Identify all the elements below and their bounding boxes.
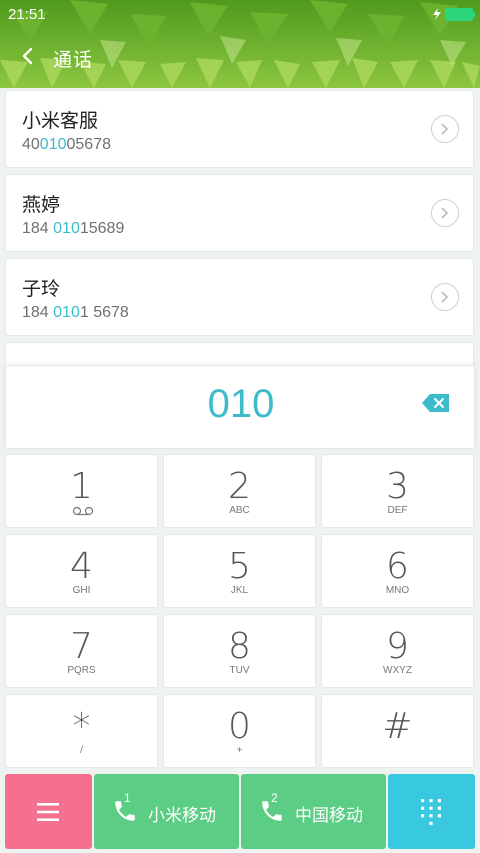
key-7[interactable]: 7 PQRS (5, 614, 158, 688)
call-sim2-button[interactable]: 2 中国移动 (241, 774, 386, 849)
key-letters: WXYZ (383, 665, 412, 676)
key-digit: 8 (228, 626, 251, 667)
contact-item[interactable]: 子玲 184 0101 5678 (5, 258, 474, 336)
backspace-icon (422, 394, 449, 412)
key-digit: * (72, 706, 91, 747)
key-0[interactable]: 0 + (163, 694, 316, 768)
contact-number: 4001005678 (22, 136, 111, 153)
header: 21:51 通话 (0, 0, 480, 88)
key-6[interactable]: 6 MNO (321, 534, 474, 608)
key-letters: MNO (385, 585, 410, 596)
key-letters: ABC (229, 505, 250, 516)
status-bar: 21:51 (0, 0, 480, 28)
key-8[interactable]: 8 TUV (163, 614, 316, 688)
key-2[interactable]: 2 ABC (163, 454, 316, 528)
key-digit: 0 (228, 706, 251, 747)
key-1[interactable]: 1 (5, 454, 158, 528)
number-display: 010 (5, 365, 475, 449)
contact-detail-button[interactable] (431, 115, 459, 143)
key-9[interactable]: 9 WXYZ (321, 614, 474, 688)
key-letters: PQRS (67, 665, 96, 676)
back-arrow-icon (22, 47, 33, 65)
charge-icon (433, 8, 441, 20)
menu-button[interactable] (5, 774, 92, 849)
key-digit: 7 (70, 626, 93, 667)
contact-name: 小米客服 (22, 110, 99, 132)
sim-label: 小米移动 (148, 806, 216, 826)
contact-item[interactable]: 小米客服 4001005678 (5, 90, 474, 168)
key-4[interactable]: 4 GHI (5, 534, 158, 608)
key-digit: 1 (70, 466, 93, 507)
key-letters: / (80, 745, 83, 756)
key-letters: JKL (230, 585, 249, 596)
dialpad-icon (421, 799, 441, 825)
key-3[interactable]: 3 DEF (321, 454, 474, 528)
key-5[interactable]: 5 JKL (163, 534, 316, 608)
key-star[interactable]: * / (5, 694, 158, 768)
chevron-right-icon (441, 207, 449, 219)
dialed-number: 010 (207, 382, 275, 426)
toggle-dialpad-button[interactable] (388, 774, 475, 849)
key-digit: 9 (386, 626, 409, 667)
key-letters: + (236, 745, 243, 756)
key-digit: 5 (228, 546, 251, 587)
key-letters: TUV (229, 665, 250, 676)
sim-index: 1 (124, 791, 131, 805)
back-button[interactable] (14, 40, 46, 72)
key-digit: 6 (386, 546, 409, 587)
key-digit: 2 (228, 466, 251, 507)
chevron-right-icon (441, 123, 449, 135)
sim-index: 2 (271, 791, 278, 805)
menu-icon (37, 803, 59, 821)
battery-icon (445, 8, 475, 21)
key-letters: GHI (72, 585, 91, 596)
call-sim1-button[interactable]: 1 小米移动 (94, 774, 239, 849)
contact-name: 燕婷 (22, 194, 61, 216)
key-digit: 3 (386, 466, 409, 507)
status-time: 21:51 (8, 6, 46, 23)
backspace-button[interactable] (422, 393, 450, 413)
voicemail-icon (72, 506, 94, 516)
sim-label: 中国移动 (295, 806, 363, 826)
contact-item[interactable]: 燕婷 184 01015689 (5, 174, 474, 252)
chevron-right-icon (441, 291, 449, 303)
contact-detail-button[interactable] (431, 283, 459, 311)
contact-name: 子玲 (22, 278, 61, 300)
bottom-action-bar: 1 小米移动 2 中国移动 (0, 774, 480, 850)
key-digit: 4 (70, 546, 93, 587)
key-digit: # (382, 706, 413, 747)
contact-detail-button[interactable] (431, 199, 459, 227)
key-hash[interactable]: # (321, 694, 474, 768)
page-title: 通话 (53, 49, 94, 71)
contact-number: 184 0101 5678 (22, 304, 129, 321)
key-letters: DEF (387, 505, 408, 516)
contact-number: 184 01015689 (22, 220, 125, 237)
